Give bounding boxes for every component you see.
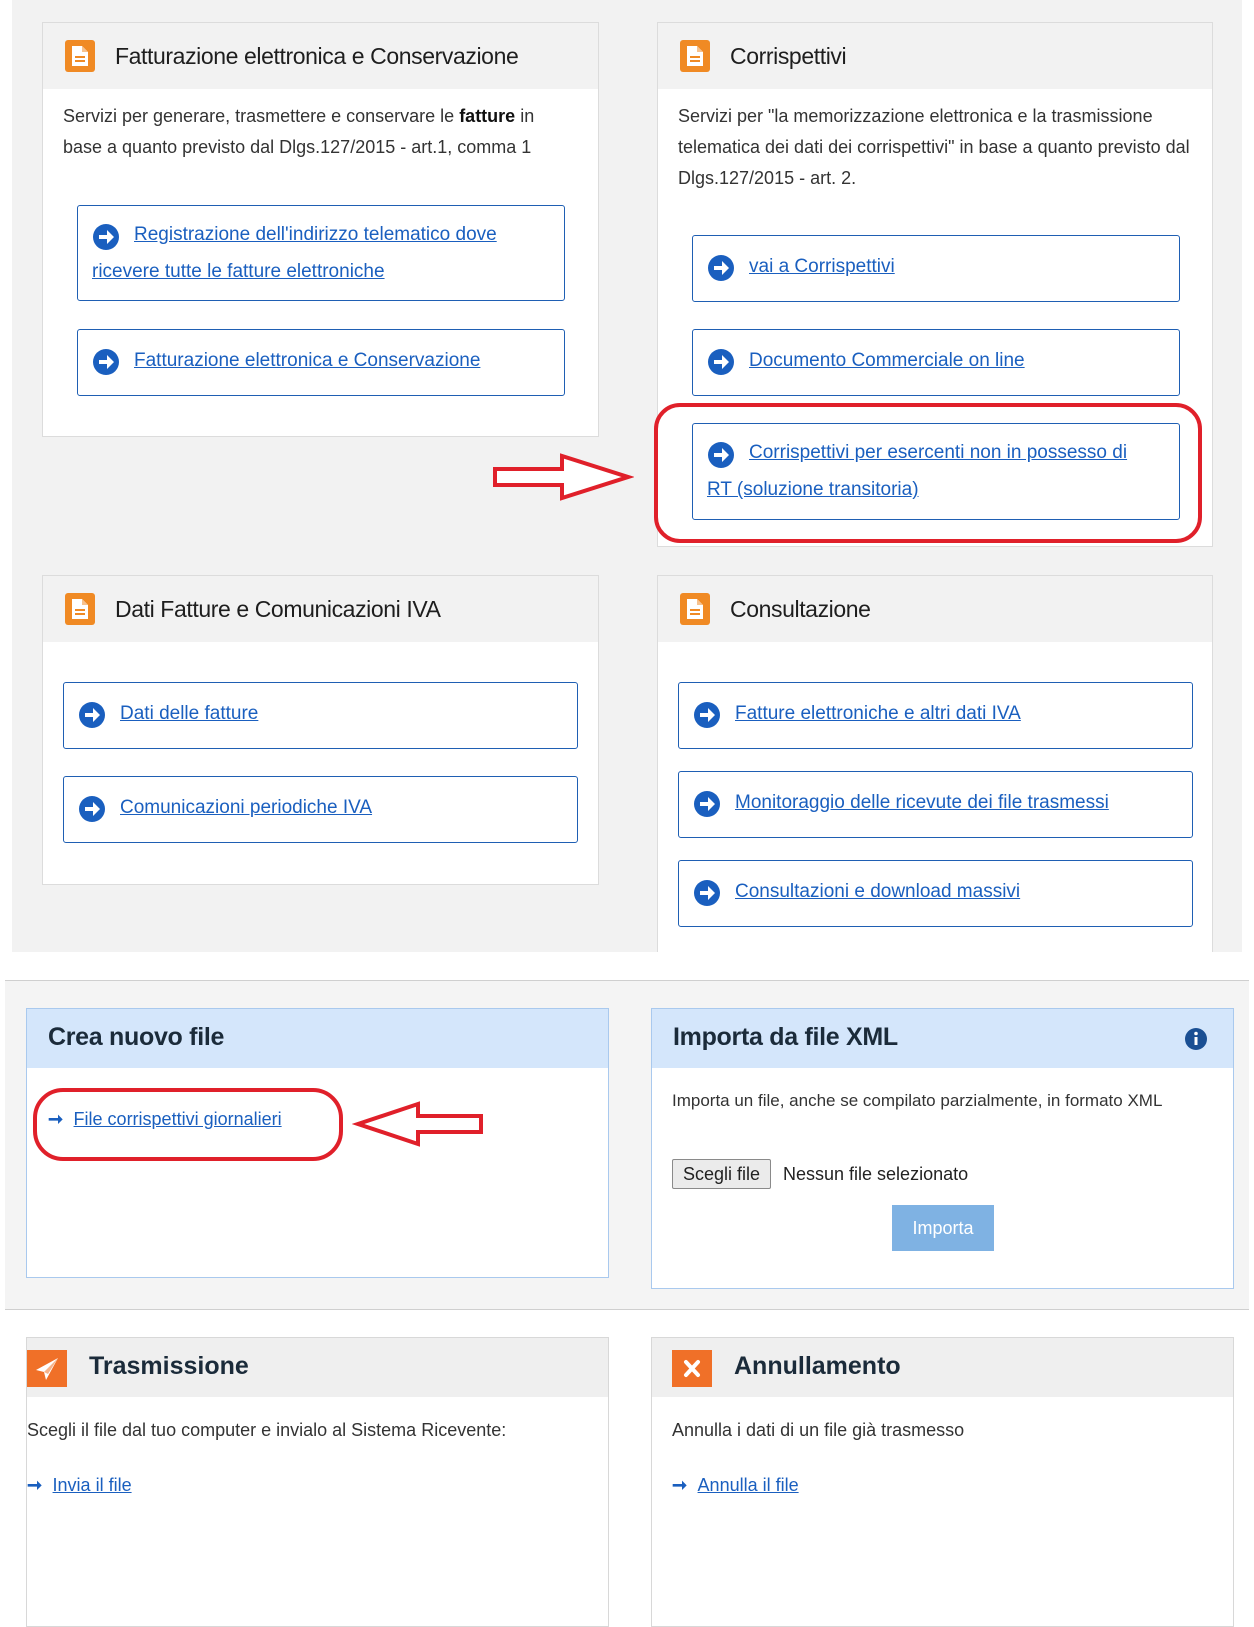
trasmissione-header: Trasmissione	[27, 1338, 608, 1397]
importa-card: Importa da file XML Importa un file, anc…	[651, 1008, 1234, 1289]
vai-corrispettivi-label[interactable]: vai a Corrispettivi	[749, 248, 895, 285]
corrispettivi-card-header: Corrispettivi	[658, 23, 1212, 89]
paper-plane-icon	[27, 1350, 67, 1387]
invia-file-label[interactable]: Invia il file	[53, 1475, 132, 1495]
arrow-circle-icon	[79, 702, 105, 728]
dati-fatture-link[interactable]: Dati delle fatture	[63, 682, 578, 749]
importa-header: Importa da file XML	[652, 1009, 1233, 1068]
arrow-circle-icon	[694, 702, 720, 728]
document-icon	[65, 593, 95, 625]
fatturazione-desc-bold: fatture	[459, 106, 516, 126]
arrow-right-icon: ➞	[27, 1475, 43, 1495]
annullamento-card: Annullamento Annulla i dati di un file g…	[651, 1337, 1234, 1627]
annullamento-header: Annullamento	[652, 1338, 1233, 1397]
fatture-elettroniche-label[interactable]: Fatture elettroniche e altri dati IVA	[735, 695, 1021, 732]
fatturazione-desc-text: Servizi per generare, trasmettere e cons…	[63, 106, 460, 126]
annullamento-description: Annulla i dati di un file già trasmesso	[672, 1420, 965, 1440]
annullamento-title: Annullamento	[734, 1352, 901, 1380]
trasmissione-description: Scegli il file dal tuo computer e invial…	[27, 1420, 507, 1440]
invia-file-link[interactable]: ➞ Invia il file	[27, 1475, 132, 1496]
document-icon	[680, 593, 710, 625]
red-arrow-annotation	[352, 1101, 483, 1147]
consultazione-title: Consultazione	[730, 596, 871, 622]
importa-description: Importa un file, anche se compilato parz…	[672, 1091, 1163, 1110]
corrispettivi-description: Servizi per "la memorizzazione elettroni…	[678, 106, 1190, 188]
vai-corrispettivi-link[interactable]: vai a Corrispettivi	[692, 235, 1180, 302]
arrow-right-icon: ➞	[672, 1475, 688, 1495]
consultazioni-download-link[interactable]: Consultazioni e download massivi	[678, 860, 1193, 927]
document-icon	[65, 40, 95, 72]
arrow-circle-icon	[79, 796, 105, 822]
arrow-circle-icon	[694, 880, 720, 906]
importa-title: Importa da file XML	[673, 1023, 898, 1051]
documento-commerciale-link[interactable]: Documento Commerciale on line	[692, 329, 1180, 396]
fatturazione-conservazione-link[interactable]: Fatturazione elettronica e Conservazione	[77, 329, 565, 396]
dati-fatture-label[interactable]: Dati delle fatture	[120, 695, 258, 732]
info-icon[interactable]	[1184, 1027, 1208, 1051]
comunicazioni-iva-label[interactable]: Comunicazioni periodiche IVA	[120, 789, 372, 826]
arrow-circle-icon	[708, 349, 734, 375]
red-arrow-annotation	[493, 453, 634, 501]
fatturazione-title: Fatturazione elettronica e Conservazione	[115, 43, 519, 69]
no-file-label: Nessun file selezionato	[783, 1164, 969, 1184]
consultazione-card-header: Consultazione	[658, 576, 1212, 642]
registrazione-link-line2[interactable]: ricevere tutte le fatture elettroniche	[92, 253, 385, 290]
comunicazioni-iva-link[interactable]: Comunicazioni periodiche IVA	[63, 776, 578, 843]
trasmissione-card: Trasmissione Scegli il file dal tuo comp…	[26, 1337, 609, 1627]
trasmissione-title: Trasmissione	[89, 1352, 249, 1380]
crea-nuovo-title: Crea nuovo file	[48, 1023, 225, 1051]
registrazione-indirizzo-link[interactable]: Registrazione dell'indirizzo telematico …	[77, 205, 565, 301]
consultazione-card: Consultazione Fatture elettroniche e alt…	[657, 575, 1213, 952]
document-icon	[680, 40, 710, 72]
fatturazione-card: Fatturazione elettronica e Conservazione…	[42, 22, 599, 437]
annulla-file-label[interactable]: Annulla il file	[698, 1475, 799, 1495]
fatturazione-conservazione-label[interactable]: Fatturazione elettronica e Conservazione	[134, 342, 480, 379]
fatturazione-description: Servizi per generare, trasmettere e cons…	[63, 101, 578, 163]
registrazione-link-line1[interactable]: Registrazione dell'indirizzo telematico …	[134, 216, 497, 253]
arrow-circle-icon	[708, 255, 734, 281]
importa-button[interactable]: Importa	[892, 1205, 994, 1251]
documento-commerciale-label[interactable]: Documento Commerciale on line	[749, 342, 1025, 379]
highlight-oval	[654, 403, 1202, 543]
dati-fatture-card: Dati Fatture e Comunicazioni IVA Dati de…	[42, 575, 599, 885]
annulla-file-link[interactable]: ➞ Annulla il file	[672, 1475, 799, 1496]
fatturazione-card-header: Fatturazione elettronica e Conservazione	[43, 23, 598, 89]
arrow-circle-icon	[93, 224, 119, 250]
choose-file-button[interactable]: Scegli file	[672, 1159, 772, 1189]
monitoraggio-ricevute-label[interactable]: Monitoraggio delle ricevute dei file tra…	[735, 784, 1109, 821]
monitoraggio-ricevute-link[interactable]: Monitoraggio delle ricevute dei file tra…	[678, 771, 1193, 838]
arrow-circle-icon	[694, 791, 720, 817]
highlight-oval	[33, 1088, 343, 1161]
arrow-circle-icon	[93, 349, 119, 375]
dati-fatture-title: Dati Fatture e Comunicazioni IVA	[115, 596, 441, 622]
consultazioni-download-label[interactable]: Consultazioni e download massivi	[735, 873, 1020, 910]
dati-fatture-card-header: Dati Fatture e Comunicazioni IVA	[43, 576, 598, 642]
fatture-elettroniche-link[interactable]: Fatture elettroniche e altri dati IVA	[678, 682, 1193, 749]
close-icon	[672, 1350, 712, 1387]
corrispettivi-title: Corrispettivi	[730, 43, 847, 69]
crea-nuovo-header: Crea nuovo file	[27, 1009, 608, 1068]
